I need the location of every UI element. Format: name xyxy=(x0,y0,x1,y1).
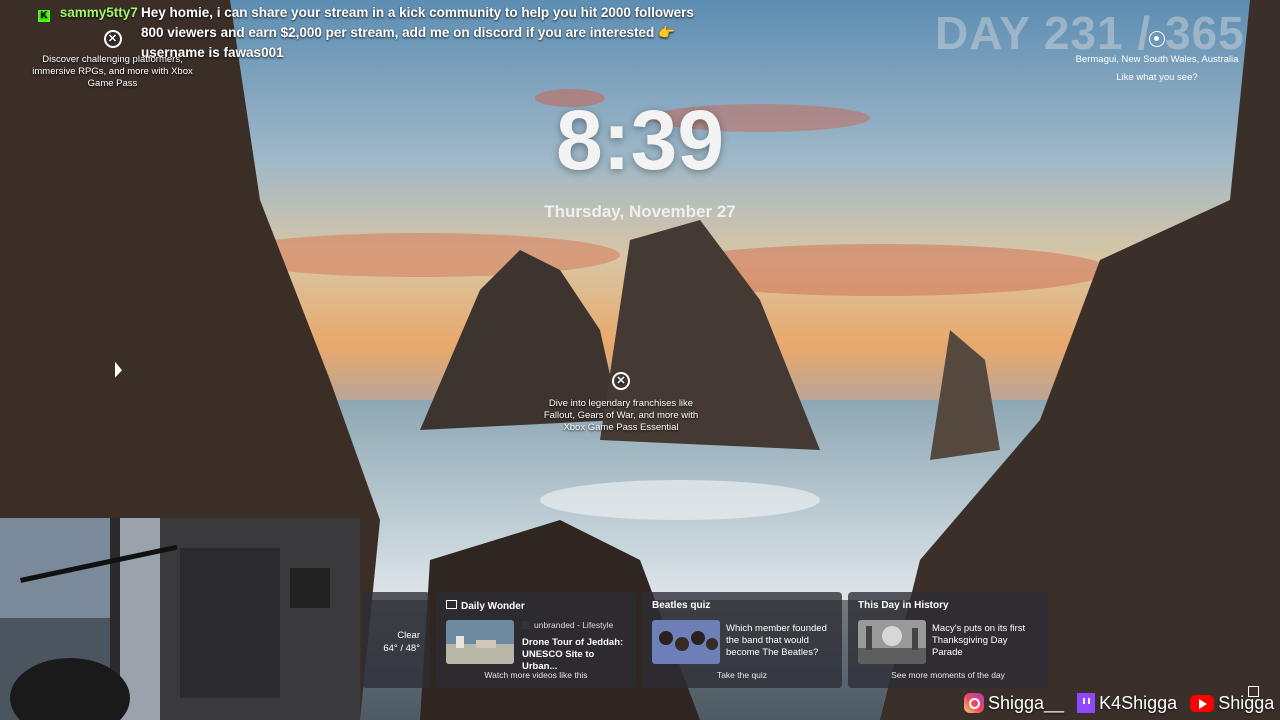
xbox-icon: ✕ xyxy=(612,372,630,390)
video-icon xyxy=(446,600,457,609)
lockscreen-widgets: Clear 64° / 48° Daily Wonder unbranded -… xyxy=(362,592,1054,688)
quiz-link[interactable]: Take the quiz xyxy=(642,670,842,680)
mouse-cursor-icon xyxy=(115,361,122,381)
quiz-thumbnail xyxy=(652,620,720,664)
weather-condition: Clear xyxy=(397,630,420,641)
copy-icon xyxy=(1248,686,1259,697)
quiz-header: Beatles quiz xyxy=(652,600,711,611)
daily-wonder-thumbnail xyxy=(446,620,514,664)
location-place: Bermagui, New South Wales, Australia xyxy=(1075,54,1239,65)
weather-temps: 64° / 48° xyxy=(383,643,420,654)
lockscreen-time: 8:39 xyxy=(555,93,725,187)
xbox-promo-left-text: Discover challenging platformers, immers… xyxy=(32,54,193,89)
twitch-handle: K4Shigga xyxy=(1099,693,1178,713)
quiz-question: Which member founded the band that would… xyxy=(726,623,827,658)
daily-wonder-title: Drone Tour of Jeddah: UNESCO Site to Urb… xyxy=(522,637,624,672)
xbox-promo-center-text: Dive into legendary franchises like Fall… xyxy=(543,398,699,433)
history-link[interactable]: See more moments of the day xyxy=(848,670,1048,680)
wallpaper-location[interactable]: Bermagui, New South Wales, Australia Lik… xyxy=(1062,30,1252,86)
kick-icon: K xyxy=(38,10,50,22)
location-prompt[interactable]: Like what you see? xyxy=(1062,70,1252,86)
youtube-icon xyxy=(1190,695,1215,712)
history-header: This Day in History xyxy=(858,600,949,611)
stream-chat-message: K sammy5tty7 Hey homie, i can share your… xyxy=(38,3,718,60)
daily-wonder-link[interactable]: Watch more videos like this xyxy=(436,670,636,680)
instagram-icon xyxy=(964,693,984,713)
lockscreen-date: Thursday, November 27 xyxy=(544,202,736,221)
daily-wonder-source: unbranded - Lifestyle xyxy=(534,620,614,630)
youtube-handle: Shigga xyxy=(1218,693,1275,713)
chat-username: sammy5tty7 xyxy=(59,5,138,20)
chat-message-text: Hey homie, i can share your stream in a … xyxy=(141,5,694,60)
weather-widget[interactable]: Clear 64° / 48° xyxy=(362,592,430,688)
xbox-icon: ✕ xyxy=(103,30,122,48)
instagram-handle: Shigga__ xyxy=(988,693,1065,713)
publisher-logo-icon xyxy=(522,621,530,629)
twitch-icon xyxy=(1077,693,1096,713)
daily-wonder-header: Daily Wonder xyxy=(461,601,525,612)
social-handles: Shigga__ K4Shigga Shigga xyxy=(964,690,1280,716)
xbox-promo-left[interactable]: ✕ Discover challenging platformers, imme… xyxy=(30,30,195,90)
quiz-card[interactable]: Beatles quiz Which member founded the ba… xyxy=(642,592,842,688)
daily-wonder-card[interactable]: Daily Wonder unbranded - Lifestyle Drone… xyxy=(436,592,636,688)
xbox-promo-center[interactable]: ✕ Dive into legendary franchises like Fa… xyxy=(540,372,702,434)
history-title: Macy's puts on its first Thanksgiving Da… xyxy=(932,623,1026,658)
history-card[interactable]: This Day in History Macy's puts on its f… xyxy=(848,592,1048,688)
history-thumbnail xyxy=(858,620,926,664)
webcam-feed xyxy=(0,518,360,720)
